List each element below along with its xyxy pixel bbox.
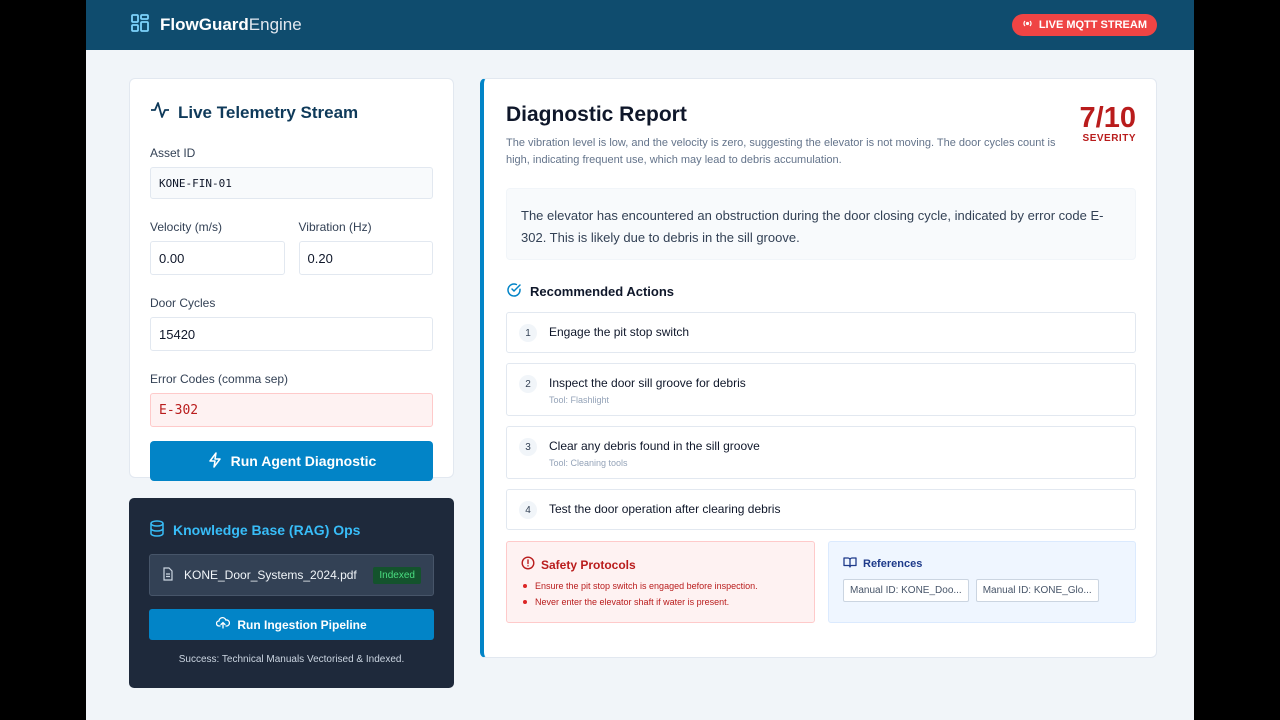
- broadcast-icon: [1022, 19, 1033, 31]
- action-step-1: 1 Engage the pit stop switch: [506, 312, 1136, 353]
- indexed-file-row[interactable]: KONE_Door_Systems_2024.pdf Indexed: [149, 554, 434, 596]
- knowledge-base-panel: Knowledge Base (RAG) Ops KONE_Door_Syste…: [129, 498, 454, 688]
- step-number: 2: [519, 375, 537, 393]
- run-agent-diagnostic-label: Run Agent Diagnostic: [230, 453, 377, 469]
- telemetry-title-text: Live Telemetry Stream: [178, 102, 359, 122]
- reference-chip[interactable]: Manual ID: KONE_Glo...: [975, 579, 1099, 602]
- app-window: FlowGuardEngine LIVE MQTT STREAM Live Te…: [86, 0, 1194, 720]
- error-codes-input[interactable]: E-302: [150, 393, 433, 427]
- kb-title: Knowledge Base (RAG) Ops: [149, 520, 434, 540]
- safety-protocols-box: Safety Protocols Ensure the pit stop swi…: [506, 541, 815, 623]
- telemetry-panel: Live Telemetry Stream Asset ID KONE-FIN-…: [129, 78, 454, 481]
- report-summary: The elevator has encountered an obstruct…: [506, 188, 1136, 260]
- severity-label: SEVERITY: [1082, 133, 1136, 144]
- activity-icon: [150, 101, 170, 124]
- diagnostic-report-panel: Diagnostic Report The vibration level is…: [480, 78, 1157, 658]
- grid-logo-icon: [130, 13, 150, 38]
- recommended-actions-title: Recommended Actions: [506, 282, 1136, 301]
- vibration-label: Vibration (Hz): [298, 220, 372, 234]
- step-tool: Tool: Flashlight: [549, 395, 610, 405]
- lightning-icon: [207, 451, 223, 471]
- severity-score: 7/10 SEVERITY: [1080, 103, 1136, 169]
- run-ingestion-label: Run Ingestion Pipeline: [237, 617, 367, 632]
- database-icon: [149, 520, 165, 540]
- live-badge-label: LIVE MQTT STREAM: [1038, 19, 1147, 31]
- kb-status-text: Success: Technical Manuals Vectorised & …: [178, 654, 405, 665]
- indexed-badge: Indexed: [373, 566, 421, 584]
- run-agent-diagnostic-button[interactable]: Run Agent Diagnostic: [150, 441, 433, 481]
- recommended-actions-text: Recommended Actions: [530, 284, 674, 299]
- run-ingestion-button[interactable]: Run Ingestion Pipeline: [149, 609, 434, 640]
- reference-chip[interactable]: Manual ID: KONE_Doo...: [843, 579, 969, 602]
- safety-title-text: Safety Protocols: [541, 557, 636, 572]
- severity-value: 7/10: [1079, 102, 1136, 134]
- safety-item: Never enter the elevator shaft if water …: [521, 597, 800, 607]
- references-title-text: References: [863, 557, 923, 570]
- velocity-label: Velocity (m/s): [150, 220, 223, 234]
- references-title: References: [843, 556, 1121, 571]
- step-text: Engage the pit stop switch: [549, 325, 690, 339]
- step-tool: Tool: Cleaning tools: [549, 458, 628, 468]
- kb-title-text: Knowledge Base (RAG) Ops: [173, 522, 361, 538]
- brand-suffix: Engine: [248, 15, 302, 34]
- references-box: References Manual ID: KONE_Doo... Manual…: [828, 541, 1136, 623]
- step-text: Test the door operation after clearing d…: [549, 502, 781, 516]
- vibration-input[interactable]: 0.20: [298, 241, 433, 275]
- live-stream-badge: LIVE MQTT STREAM: [1011, 14, 1157, 36]
- cloud-upload-icon: [216, 617, 231, 632]
- check-circle-icon: [506, 282, 522, 301]
- door-cycles-label: Door Cycles: [150, 296, 216, 310]
- brand-name: FlowGuard: [160, 15, 249, 34]
- book-open-icon: [843, 556, 857, 571]
- step-number: 1: [519, 324, 537, 342]
- step-number: 3: [519, 438, 537, 456]
- step-text: Inspect the door sill groove for debris: [549, 376, 746, 390]
- report-subtitle: The vibration level is low, and the velo…: [506, 137, 1056, 166]
- alert-circle-icon: [521, 556, 535, 573]
- telemetry-title: Live Telemetry Stream: [150, 101, 433, 124]
- top-bar: FlowGuardEngine LIVE MQTT STREAM: [86, 0, 1194, 50]
- brand: FlowGuardEngine: [130, 13, 302, 38]
- action-step-3: 3 Clear any debris found in the sill gro…: [506, 426, 1136, 479]
- report-title: Diagnostic Report: [506, 103, 687, 126]
- velocity-input[interactable]: 0.00: [150, 241, 285, 275]
- step-number: 4: [519, 501, 537, 519]
- file-icon: [162, 566, 174, 584]
- asset-id-label: Asset ID: [150, 146, 196, 160]
- error-codes-label: Error Codes (comma sep): [150, 372, 289, 386]
- file-name: KONE_Door_Systems_2024.pdf: [184, 568, 357, 582]
- step-text: Clear any debris found in the sill groov…: [549, 439, 760, 453]
- asset-id-field[interactable]: KONE-FIN-01: [150, 167, 433, 199]
- action-step-2: 2 Inspect the door sill groove for debri…: [506, 363, 1136, 416]
- action-step-4: 4 Test the door operation after clearing…: [506, 489, 1136, 530]
- safety-title: Safety Protocols: [521, 556, 800, 573]
- safety-item: Ensure the pit stop switch is engaged be…: [521, 581, 800, 591]
- door-cycles-input[interactable]: 15420: [150, 317, 433, 351]
